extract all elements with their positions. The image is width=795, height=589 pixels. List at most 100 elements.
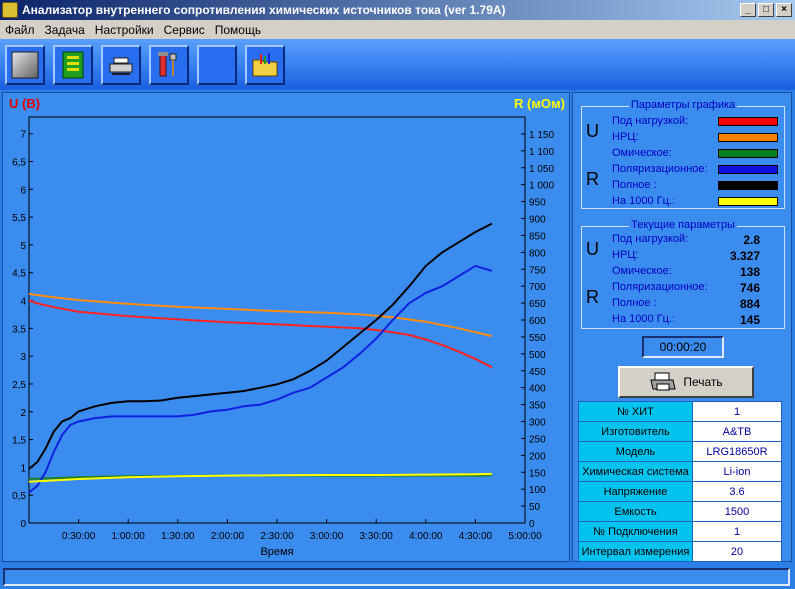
tools-button[interactable] — [149, 44, 189, 85]
y-right-tick-label: 350 — [529, 401, 546, 412]
legend-row[interactable]: Поляризационное: — [604, 162, 782, 178]
info-value[interactable]: 1500 — [692, 501, 782, 522]
toolbar — [0, 39, 795, 90]
y-left-tick-label: 3,5 — [12, 324, 26, 335]
app-icon[interactable] — [2, 2, 18, 18]
tools-icon — [158, 51, 177, 76]
info-key: Химическая система — [578, 461, 693, 482]
y-left-tick-label: 2 — [20, 408, 26, 419]
legend-swatch[interactable] — [718, 117, 778, 126]
y-right-tick-label: 600 — [529, 316, 546, 327]
param-value: 2.8 — [743, 233, 760, 247]
y-left-tick-label: 4,5 — [12, 269, 26, 280]
param-label: НРЦ: — [612, 249, 639, 261]
x-tick-label: 4:30:00 — [459, 531, 493, 542]
y-right-tick-label: 700 — [529, 282, 546, 293]
param-row: На 1000 Гц.: 145 — [604, 312, 782, 328]
info-key: Модель — [578, 441, 693, 462]
x-tick-label: 4:00:00 — [409, 531, 443, 542]
r-letter: R — [586, 169, 599, 189]
table-row: Изготовитель A&TB — [578, 421, 782, 442]
blank-button[interactable] — [197, 44, 237, 85]
main-area: U (В) R (мОм) 0 0,5 1 1,5 2 2,5 3 3,5 4 4,5 5 5,5 6 6… — [0, 90, 795, 565]
legend-label: Омическое: — [612, 147, 672, 159]
menu-task[interactable]: Задача — [40, 23, 90, 37]
info-key: № Подключения — [578, 521, 693, 542]
y-right-tick-label: 850 — [529, 231, 546, 242]
y-left-tick-label: 1,5 — [12, 436, 26, 447]
y-left-tick-label: 7 — [20, 130, 26, 141]
legend-swatch[interactable] — [718, 181, 778, 190]
y-right-tick-label: 1 100 — [529, 147, 554, 158]
legend-row[interactable]: На 1000 Гц.: — [604, 194, 782, 210]
table-row: Интервал измерения 20 — [578, 541, 782, 562]
x-tick-label: 1:00:00 — [112, 531, 146, 542]
legend-swatch[interactable] — [718, 197, 778, 206]
open-button[interactable] — [245, 44, 285, 85]
info-value[interactable]: Li-ion — [692, 461, 782, 482]
menu-settings[interactable]: Настройки — [90, 23, 159, 37]
menu-help[interactable]: Помощь — [210, 23, 266, 37]
legend-row[interactable]: НРЦ: — [604, 130, 782, 146]
folder-chart-icon — [252, 52, 278, 76]
minimize-button[interactable]: _ — [740, 3, 756, 17]
current-params-group: Текущие параметры U R Под нагрузкой: 2.8 … — [581, 219, 785, 329]
legend-swatch[interactable] — [718, 133, 778, 142]
param-label: Под нагрузкой: — [612, 233, 689, 245]
legend-row[interactable]: Омическое: — [604, 146, 782, 162]
info-value[interactable]: 3.6 — [692, 481, 782, 502]
measure-button[interactable] — [5, 44, 45, 85]
info-value[interactable]: A&TB — [692, 421, 782, 442]
y-right-tick-label: 550 — [529, 333, 546, 344]
param-row: Омическое: 138 — [604, 264, 782, 280]
param-label: На 1000 Гц.: — [612, 313, 676, 325]
y-right-axis-label: R (мОм) — [514, 96, 565, 111]
param-value: 145 — [739, 313, 760, 327]
info-value[interactable]: LRG18650R — [692, 441, 782, 462]
info-value[interactable]: 1 — [692, 521, 782, 542]
info-key: Изготовитель — [578, 421, 693, 442]
x-tick-label: 0:30:00 — [62, 531, 96, 542]
r-letter: R — [586, 287, 599, 307]
info-key: Напряжение — [578, 481, 693, 502]
right-panel: Параметры графика U R Под нагрузкой: НРЦ… — [572, 92, 792, 562]
menu-file[interactable]: Файл — [0, 23, 40, 37]
param-value: 884 — [739, 297, 760, 311]
legend-label: На 1000 Гц.: — [612, 195, 676, 207]
y-right-tick-label: 150 — [529, 468, 546, 479]
y-right-tick-label: 1 150 — [529, 130, 554, 141]
battery-info-table: № ХИТ 1 Изготовитель A&TB Модель LRG18650R … — [578, 401, 782, 562]
legend-swatch[interactable] — [718, 165, 778, 174]
y-right-tick-label: 650 — [529, 299, 546, 310]
param-value: 746 — [739, 281, 760, 295]
y-left-tick-label: 2,5 — [12, 380, 26, 391]
y-right-tick-label: 100 — [529, 485, 546, 496]
info-value[interactable]: 20 — [692, 541, 782, 562]
y-right-tick-label: 750 — [529, 265, 546, 276]
title-bar: Анализатор внутреннего сопротивления хим… — [0, 0, 795, 20]
legend-row[interactable]: Полное : — [604, 178, 782, 194]
y-right-tick-label: 500 — [529, 350, 546, 361]
legend-row[interactable]: Под нагрузкой: — [604, 114, 782, 130]
board-button[interactable] — [53, 44, 93, 85]
device-button[interactable] — [101, 44, 141, 85]
param-label: Омическое: — [612, 265, 672, 277]
param-row: Полное : 884 — [604, 296, 782, 312]
menu-service[interactable]: Сервис — [159, 23, 210, 37]
y-right-tick-label: 1 000 — [529, 181, 554, 192]
y-right-tick-label: 300 — [529, 418, 546, 429]
y-right-tick-label: 0 — [529, 519, 535, 530]
chart-panel: U (В) R (мОм) 0 0,5 1 1,5 2 2,5 3 3,5 4 4,5 5 5,5 6 6… — [2, 92, 570, 562]
info-key: Емкость — [578, 501, 693, 522]
param-value: 138 — [739, 265, 760, 279]
print-button[interactable]: Печать — [618, 366, 754, 398]
param-row: НРЦ: 3.327 — [604, 248, 782, 264]
legend-swatch[interactable] — [718, 149, 778, 158]
close-button[interactable]: × — [776, 3, 792, 17]
y-left-tick-label: 6,5 — [12, 157, 26, 168]
param-label: Полное : — [612, 297, 657, 309]
maximize-button[interactable]: □ — [758, 3, 774, 17]
param-value: 3.327 — [729, 249, 760, 263]
table-row: Емкость 1500 — [578, 501, 782, 522]
info-value[interactable]: 1 — [692, 401, 782, 422]
